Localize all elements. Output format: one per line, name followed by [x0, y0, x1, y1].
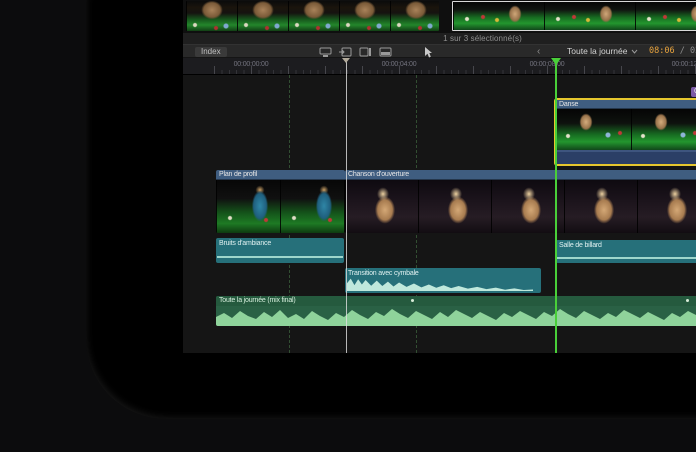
clip-transition-avec-cymbale[interactable]: Transition avec cymbale [345, 268, 541, 293]
final-cut-pro-window: 1 sur 3 sélectionné(s) Index [183, 0, 696, 353]
clip-label: Salle de billard [559, 242, 602, 249]
clip-toute-la-journee-mix[interactable]: Toute la journée (mix final) [216, 296, 696, 326]
marker-dot [686, 299, 689, 302]
previous-project-button[interactable]: ‹ [537, 45, 540, 59]
timeline-ruler[interactable]: 00:00:00:00 00:00:04:00 00:00:08:00 00:0… [183, 58, 696, 75]
playhead[interactable] [555, 58, 557, 353]
selection-status: 1 sur 3 sélectionné(s) [183, 33, 696, 44]
clip-plan-de-profil[interactable]: Plan de profil [216, 170, 345, 233]
clip-label: Plan de profil [216, 170, 345, 180]
append-edit-icon[interactable] [359, 47, 372, 57]
timecode-display: 08:06 / 02:42:08 [649, 45, 696, 59]
overwrite-edit-icon[interactable] [379, 47, 392, 57]
clip-filmstrip [345, 180, 696, 233]
clip-filmstrip [216, 180, 345, 233]
clip-label: Bruits d'ambiance [219, 240, 271, 247]
clip-bruits-dambiance[interactable]: Bruits d'ambiance [216, 238, 344, 263]
music-waveform [216, 306, 696, 326]
timeline-tracks: Générique Danse Plan de profil Chanson d… [183, 75, 696, 353]
clip-label: Chanson d'ouverture [345, 170, 696, 180]
clip-generique[interactable]: Générique [691, 87, 696, 97]
clip-filmstrip [556, 109, 696, 150]
project-name: Toute la journée [567, 46, 628, 56]
clip-label: Transition avec cymbale [348, 270, 419, 277]
skimmer-icon [342, 58, 350, 63]
browser-clip-filmstrip-selected[interactable] [452, 1, 696, 31]
timecode-total: 02:42:08 [690, 46, 696, 56]
insert-edit-icon[interactable] [339, 47, 352, 57]
clip-label: Danse [556, 100, 696, 109]
ruler-label: 00:00:12:00 [672, 61, 696, 68]
browser-clip-filmstrip[interactable] [186, 1, 439, 31]
project-name-dropdown[interactable]: Toute la journée [567, 45, 638, 59]
macbook-body: 1 sur 3 sélectionné(s) Index [86, 0, 696, 419]
chevron-down-icon[interactable] [436, 50, 443, 55]
connect-edit-icon[interactable] [319, 47, 332, 57]
audio-waveform [557, 257, 696, 259]
timeline-toolbar: Index ‹ Toute l [183, 44, 696, 58]
clip-salle-de-billard[interactable]: Salle de billard [556, 240, 696, 263]
chevron-down-icon [631, 45, 638, 58]
clip-danse-selected[interactable]: Danse [554, 98, 696, 166]
chevron-down-icon[interactable] [394, 50, 401, 55]
select-tool-icon[interactable] [423, 47, 436, 57]
marker-dot [411, 299, 414, 302]
audio-waveform [347, 278, 533, 291]
clip-chanson-douverture[interactable]: Chanson d'ouverture [345, 170, 696, 233]
clip-label: Toute la journée (mix final) [216, 296, 696, 306]
skimmer[interactable] [346, 58, 347, 353]
clip-audio-section [556, 150, 696, 164]
index-button[interactable]: Index [195, 47, 227, 57]
playhead-icon [551, 58, 561, 65]
browser-filmstrip-area [183, 0, 696, 33]
ruler-label: 00:00:00:00 [234, 61, 269, 68]
timecode-current: 08:06 [649, 46, 675, 56]
ruler-label: 00:00:04:00 [382, 61, 417, 68]
audio-waveform [217, 256, 343, 258]
